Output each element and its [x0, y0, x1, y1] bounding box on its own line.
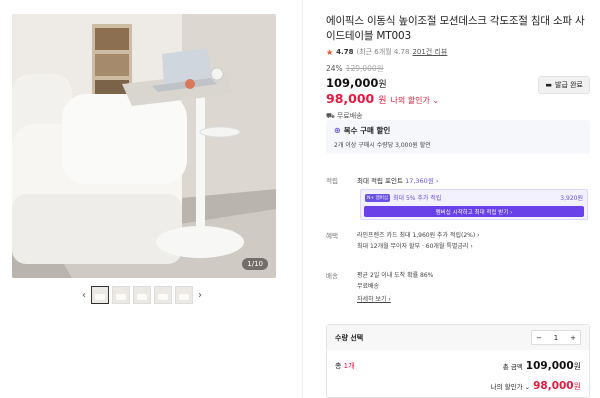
thumbnail-1[interactable]	[91, 286, 109, 304]
product-info-panel: 에이픽스 이동식 높이조절 모션데스크 각도조절 침대 소파 사이드테이블 MT…	[326, 14, 590, 121]
max-points-link[interactable]: 최대 적립 포인트 17,360원 ›	[357, 175, 438, 185]
column-divider	[302, 0, 303, 398]
membership-row: N+ 멤버십 최대 5% 추가 적립 3,920원	[365, 193, 583, 202]
discount-percent: 24%	[326, 64, 343, 73]
coupon-icon: ▬	[545, 81, 552, 89]
delivery-line-1: 평균 2일 이내 도착 확률 86%	[357, 272, 434, 279]
card-benefit-line-2[interactable]: 최대 12개월 무이자 할부 · 60개월 특별금리 ›	[357, 241, 473, 250]
thumbnail-4[interactable]	[154, 286, 172, 304]
review-count-link[interactable]: 201건 리뷰	[412, 47, 447, 57]
total-count: 총 1개	[335, 361, 355, 371]
points-label: 적립	[326, 177, 338, 185]
my-discount-value-wrap: 98,000원	[533, 380, 581, 392]
star-icon: ★	[326, 47, 334, 57]
delivery-detail-link[interactable]: 자세히 보기 ›	[357, 294, 391, 303]
rating-row: ★ 4.78 (최근 6개월 4.78 201건 리뷰	[326, 47, 590, 57]
chevron-right-icon[interactable]: ›	[196, 290, 204, 301]
my-discount-total[interactable]: 나의 할인가 ⌄ 98,000원	[491, 380, 581, 392]
membership-extra-text: 최대 5% 추가 적립	[393, 195, 442, 202]
multi-buy-title: ⊛ 복수 구매 할인	[334, 125, 582, 136]
product-title: 에이픽스 이동식 높이조절 모션데스크 각도조절 침대 소파 사이드테이블 MT…	[326, 15, 585, 42]
total-amount-label: 총 금액	[502, 363, 523, 371]
thumbnail-2[interactable]	[112, 286, 130, 304]
multi-buy-discount-box: ⊛ 복수 구매 할인 2개 이상 구매시 수량당 3,000원 할인	[326, 120, 590, 154]
total-amount-value: 109,000	[525, 360, 574, 372]
quantity-header-label: 수량 선택	[335, 333, 364, 342]
total-count-value: 1개	[343, 362, 355, 370]
card-benefit-label: 혜택	[326, 232, 338, 240]
sale-price-unit: 원	[378, 80, 387, 90]
multi-buy-title-text: 복수 구매 할인	[343, 126, 391, 135]
max-points-text: 최대 적립 포인트	[357, 177, 403, 185]
delivery-line-2: 무료배송	[357, 283, 380, 290]
membership-start-button[interactable]: 멤버십 시작하고 최대 적립 받기 ›	[364, 206, 584, 217]
delivery-label: 배송	[326, 272, 338, 280]
multi-buy-desc: 2개 이상 구매시 수량당 3,000원 할인	[334, 142, 431, 149]
discount-icon: ⊛	[334, 126, 341, 135]
my-price-label[interactable]: 나의 할인가 ⌄	[391, 95, 440, 106]
card-benefit-line-1[interactable]: 라인프렌즈 카드 최대 1,960원 추가 적립(2%) ›	[357, 230, 480, 239]
total-amount: 총 금액 109,000원	[503, 360, 581, 372]
product-main-image[interactable]: 1/10	[12, 14, 276, 278]
total-amount-value-wrap: 109,000원	[526, 360, 581, 372]
image-counter: 1/10	[242, 258, 268, 270]
product-photo	[12, 14, 276, 278]
thumbnail-5[interactable]	[175, 286, 193, 304]
rating-value: 4.78	[336, 48, 354, 56]
coupon-button-label: 발급 완료	[555, 81, 583, 89]
minus-icon[interactable]: −	[532, 334, 546, 342]
original-price: 129,000원	[345, 64, 384, 73]
quantity-value[interactable]: 1	[549, 334, 563, 342]
quantity-box: 수량 선택 − 1 + 총 1개 총 금액 109,000원 나의 할인가 ⌄ …	[326, 324, 590, 398]
coupon-button[interactable]: ▬ 발급 완료	[538, 76, 590, 94]
plus-icon[interactable]: +	[566, 334, 580, 342]
total-amount-unit: 원	[573, 362, 581, 371]
my-price-unit: 원	[378, 96, 387, 106]
thumbnail-strip: ‹ ›	[80, 286, 210, 304]
original-price-row: 24% 129,000원	[326, 63, 590, 74]
membership-badge: N+ 멤버십	[365, 193, 390, 202]
total-count-prefix: 총	[335, 362, 344, 370]
membership-amount: 3,920원	[560, 195, 583, 202]
thumbnail-3[interactable]	[133, 286, 151, 304]
chevron-left-icon[interactable]: ‹	[80, 290, 88, 301]
sale-price-value: 109,000	[326, 76, 379, 90]
quantity-header: 수량 선택 − 1 +	[327, 325, 589, 350]
membership-box: N+ 멤버십 최대 5% 추가 적립 3,920원 멤버십 시작하고 최대 적립…	[360, 189, 588, 220]
my-discount-unit: 원	[573, 382, 581, 391]
my-discount-label[interactable]: 나의 할인가 ⌄	[491, 381, 530, 391]
my-discount-value: 98,000	[533, 380, 574, 392]
my-price-value: 98,000	[326, 91, 375, 106]
total-row: 총 1개 총 금액 109,000원	[335, 360, 581, 372]
quantity-stepper[interactable]: − 1 +	[531, 330, 581, 345]
rating-detail: (최근 6개월 4.78	[356, 48, 410, 56]
max-points-value: 17,360원 ›	[405, 177, 439, 185]
